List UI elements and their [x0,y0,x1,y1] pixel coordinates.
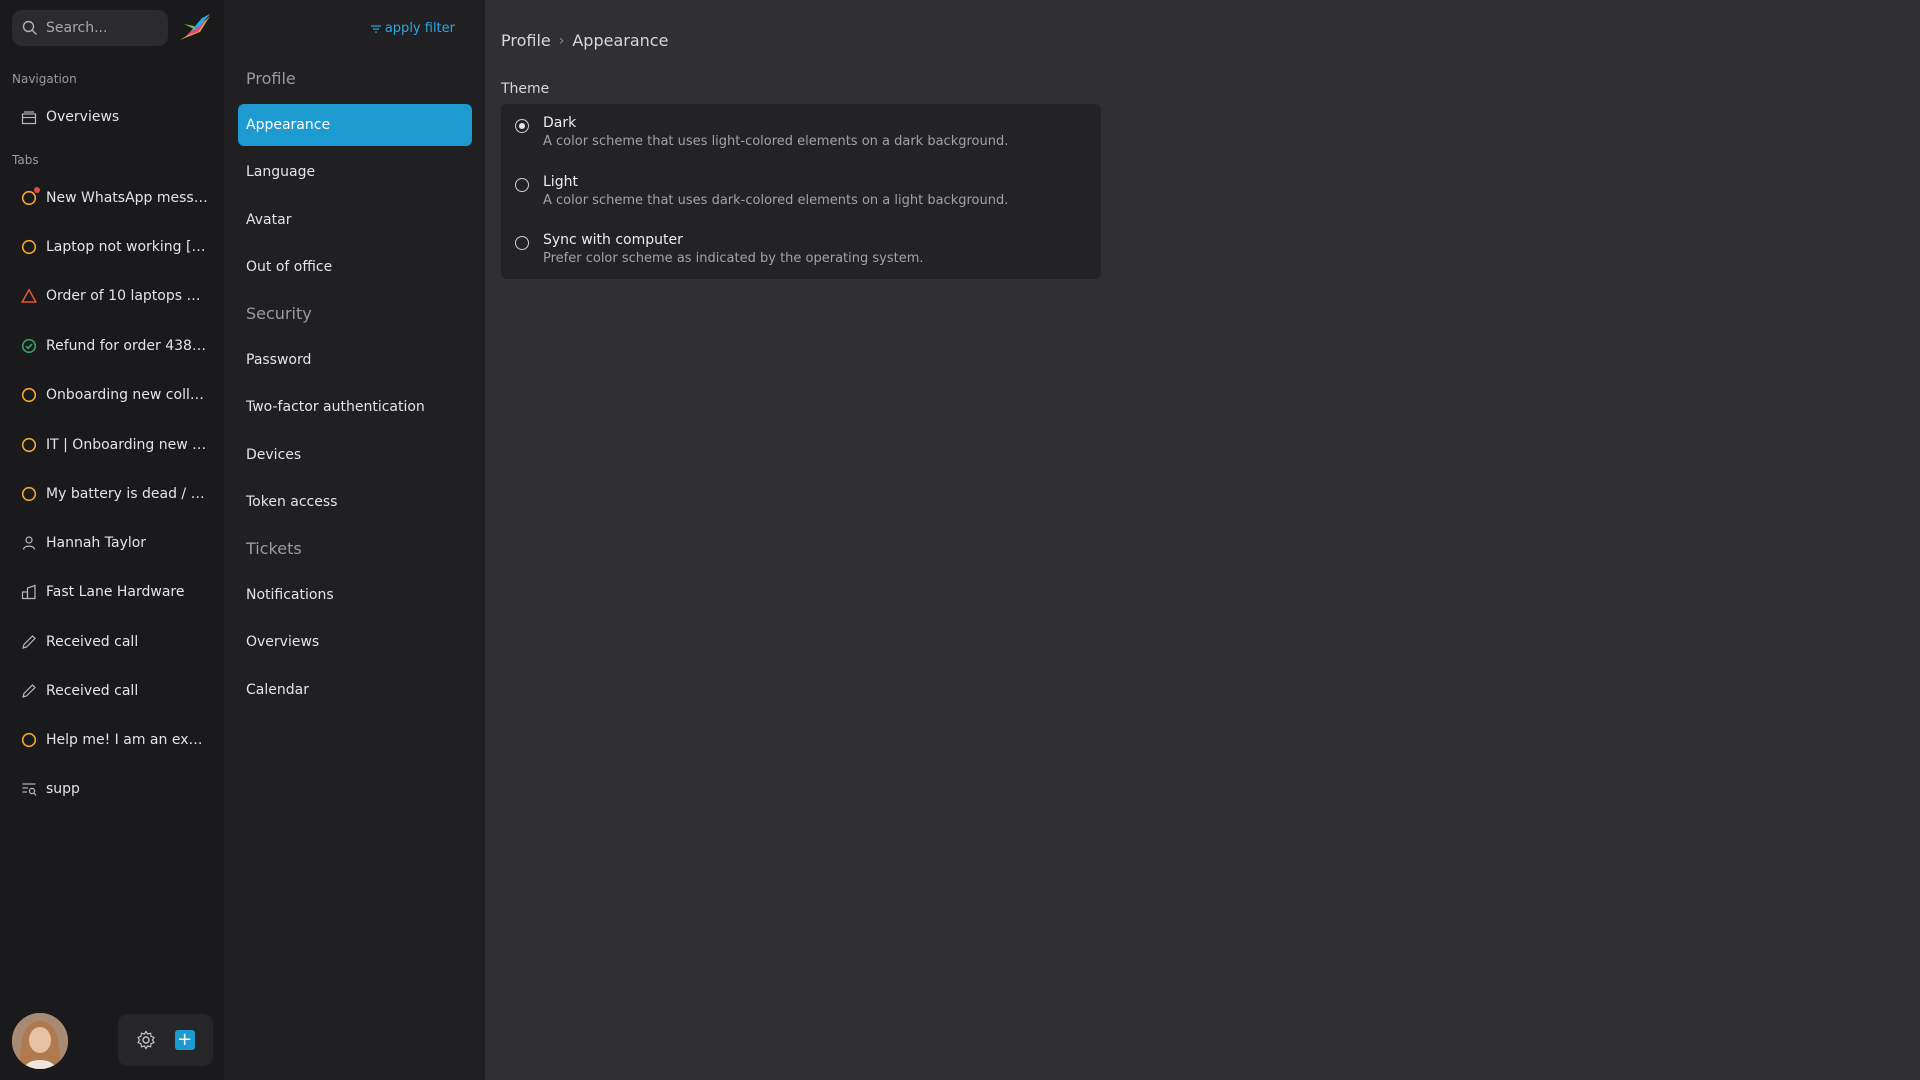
nav-item-calendar[interactable]: Calendar [238,669,472,711]
option-description: A color scheme that uses dark-colored el… [543,193,1009,208]
unread-badge [34,187,40,193]
tabs-label: Tabs [12,153,39,167]
gear-icon[interactable] [136,1030,156,1050]
nav-item-appearance[interactable]: Appearance [238,104,472,146]
chevron-right-icon: › [558,32,565,49]
tab-label: Received call [46,634,139,650]
tab-label: Refund for order 4388019 [46,338,208,354]
tab-item[interactable]: Received call [12,624,212,660]
option-description: Prefer color scheme as indicated by the … [543,251,924,266]
tab-item[interactable]: Hannah Taylor [12,525,212,561]
tab-label: My battery is dead / or... [46,486,208,502]
sidebar-item-label: Overviews [46,109,120,125]
tab-label: Onboarding new collea... [46,387,208,403]
option-description: A color scheme that uses light-colored e… [543,134,1009,149]
navigation-label: Navigation [12,72,77,86]
option-title: Light [543,174,578,190]
nav-item-notifications[interactable]: Notifications [238,574,472,616]
tab-item[interactable]: Refund for order 4388019 [12,328,212,364]
user-icon [20,534,38,552]
theme-option-sync[interactable]: Sync with computer Prefer color scheme a… [515,232,924,266]
new-item-button[interactable]: + [174,1029,195,1050]
tab-item[interactable]: Order of 10 laptops XYX... [12,278,212,314]
theme-option-light[interactable]: Light A color scheme that uses dark-colo… [515,174,1008,208]
nav-item-token-access[interactable]: Token access [238,481,472,523]
organization-icon [20,583,38,601]
tab-item[interactable]: Onboarding new collea... [12,377,212,413]
tab-label: Fast Lane Hardware [46,584,185,600]
tab-label: Received call [46,683,139,699]
tab-item[interactable]: My battery is dead / or... [12,476,212,512]
search-list-icon [20,780,38,798]
tab-item[interactable]: New WhatsApp messag... [12,180,212,216]
tab-item[interactable]: Fast Lane Hardware [12,574,212,610]
breadcrumb: Profile › Appearance [501,31,668,50]
tab-label: Laptop not working [Or... [46,239,208,255]
search-placeholder: Search... [46,20,108,36]
option-title: Sync with computer [543,232,683,248]
ticket-open-icon [20,238,38,256]
primary-sidebar: Search... Navigation Overviews Tabs New … [0,0,224,1080]
ticket-escalated-icon [20,287,38,305]
nav-item-two-factor-authentication[interactable]: Two-factor authentication [238,386,472,428]
breadcrumb-parent[interactable]: Profile [501,31,551,50]
theme-option-dark[interactable]: Dark A color scheme that uses light-colo… [515,115,1008,149]
avatar[interactable] [12,1013,68,1069]
tab-label: IT | Onboarding new co... [46,437,208,453]
search-icon [22,20,37,35]
nav-item-overviews[interactable]: Overviews [238,621,472,663]
tab-item[interactable]: Laptop not working [Or... [12,229,212,265]
pencil-icon [20,682,38,700]
tab-label: Hannah Taylor [46,535,147,551]
tab-item[interactable]: Help me! I am an exam... [12,722,212,758]
nav-item-devices[interactable]: Devices [238,434,472,476]
option-title: Dark [543,115,577,131]
nav-group-tickets: Tickets [246,539,302,558]
search-input[interactable]: Search... [12,10,168,46]
bottom-actions: + [118,1014,213,1066]
theme-label: Theme [501,81,550,97]
radio-button[interactable] [515,178,529,192]
settings-navigation: apply filter Profile Appearance Language… [224,0,485,1080]
tab-label: supp [46,781,80,797]
tab-item[interactable]: IT | Onboarding new co... [12,427,212,463]
apply-filter-button[interactable]: apply filter [370,21,455,36]
plus-icon: + [177,1029,193,1050]
breadcrumb-current: Appearance [572,31,669,50]
pencil-icon [20,633,38,651]
ticket-open-icon [20,485,38,503]
filter-icon [370,24,381,33]
tab-item[interactable]: supp [12,771,212,807]
radio-button[interactable] [515,236,529,250]
sidebar-item-overviews[interactable]: Overviews [12,99,212,135]
apply-filter-label: apply filter [384,21,455,36]
tab-label: New WhatsApp messag... [46,190,208,206]
ticket-open-icon [20,386,38,404]
overviews-icon [20,108,38,126]
nav-item-out-of-office[interactable]: Out of office [238,246,472,288]
nav-group-profile: Profile [246,69,296,88]
app-logo-icon[interactable] [176,10,214,46]
nav-item-avatar[interactable]: Avatar [238,199,472,241]
tab-item[interactable]: Received call [12,673,212,709]
ticket-open-icon [20,731,38,749]
tab-label: Help me! I am an exam... [46,732,208,748]
theme-radio-group: Dark A color scheme that uses light-colo… [501,104,1101,279]
radio-button-checked[interactable] [515,119,529,133]
nav-item-password[interactable]: Password [238,339,472,381]
ticket-open-icon [20,436,38,454]
tab-label: Order of 10 laptops XYX... [46,288,208,304]
nav-group-security: Security [246,304,312,323]
nav-item-language[interactable]: Language [238,151,472,193]
ticket-closed-icon [20,337,38,355]
ticket-open-icon [20,187,40,207]
